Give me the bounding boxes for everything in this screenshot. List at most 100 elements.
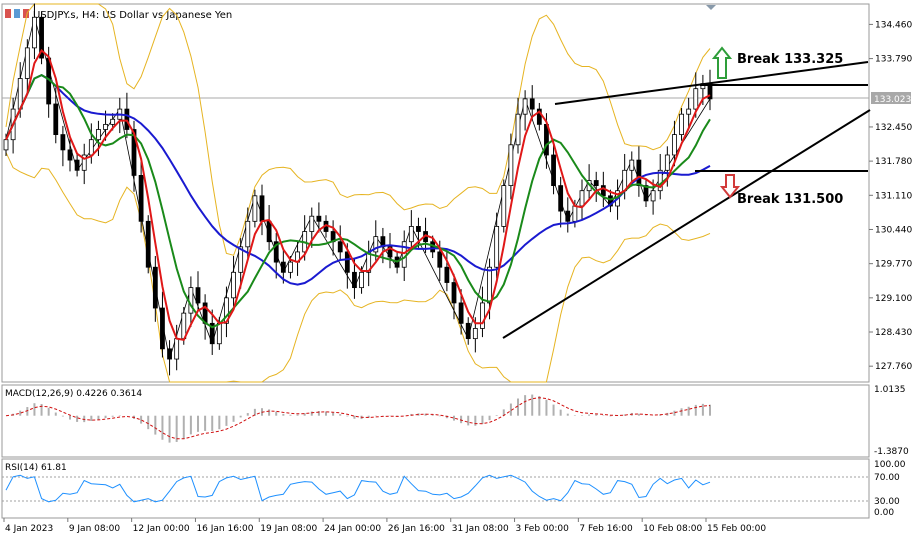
candle	[288, 261, 293, 273]
time-tick-label: 4 Jan 2023	[5, 524, 53, 534]
candle	[110, 118, 116, 125]
up-arrow-icon	[711, 46, 733, 79]
time-axis[interactable]: 4 Jan 2023 9 Jan 08:00 12 Jan 00:00 16 Jan …	[3, 518, 766, 534]
candle	[472, 328, 478, 340]
macd-signal-line	[5, 397, 711, 440]
rsi-axis-30: 30.00	[874, 497, 900, 507]
candle	[32, 16, 37, 49]
candle	[572, 205, 578, 222]
candle	[629, 159, 635, 171]
chart-shift-marker[interactable]	[706, 5, 716, 10]
candle	[259, 195, 265, 222]
candle	[458, 302, 464, 324]
candle	[245, 220, 251, 248]
candle	[679, 113, 684, 135]
candle	[408, 226, 414, 243]
candle	[487, 266, 492, 304]
time-tick-label: 10 Feb 08:00	[643, 524, 702, 534]
price-tick-label: 128.430	[875, 328, 912, 338]
candle	[565, 210, 571, 222]
candle	[280, 261, 286, 273]
time-tick-label: 31 Jan 08:00	[452, 524, 509, 534]
time-tick-label: 3 Feb 00:00	[516, 524, 570, 534]
ma-medium-green	[5, 73, 711, 329]
candle	[60, 134, 66, 151]
price-tick-label: 129.100	[875, 294, 912, 304]
candle	[138, 175, 144, 222]
rsi-label: RSI(14) 61.81	[5, 463, 67, 473]
candle	[344, 251, 350, 273]
time-tick-label: 15 Feb 00:00	[707, 524, 766, 534]
candle	[216, 322, 222, 345]
candle	[558, 185, 564, 212]
candle	[664, 154, 670, 171]
price-tick-label: 130.440	[875, 225, 912, 235]
candle	[103, 123, 108, 130]
candle	[152, 266, 158, 309]
candle	[88, 139, 94, 156]
time-tick-label: 12 Jan 00:00	[133, 524, 190, 534]
rsi-axis-0: 0.00	[874, 508, 894, 518]
candle	[24, 47, 30, 79]
candle	[494, 226, 500, 268]
break-up-label: Break 133.325	[737, 52, 843, 67]
candle	[195, 287, 201, 304]
candle	[522, 98, 528, 115]
candle	[593, 180, 599, 187]
candle	[508, 144, 514, 187]
candle	[337, 241, 343, 253]
candle	[636, 159, 642, 187]
macd-histogram	[12, 394, 711, 443]
candle	[231, 271, 236, 299]
candle	[174, 338, 180, 360]
candle	[551, 154, 556, 187]
price-tick-label: 134.460	[875, 20, 912, 30]
rsi-axis-70: 70.00	[874, 473, 900, 483]
candle	[167, 348, 172, 360]
price-tick-label: 132.450	[875, 123, 912, 133]
time-tick-label: 16 Jan 16:00	[196, 524, 253, 534]
candle	[416, 226, 421, 232]
candle	[74, 159, 80, 171]
candle	[160, 307, 165, 350]
candle	[252, 195, 258, 222]
current-price-value: 133.023	[874, 95, 911, 105]
candle	[53, 103, 59, 135]
time-tick-label: 26 Jan 16:00	[388, 524, 445, 534]
candle	[480, 302, 485, 329]
candle	[96, 129, 101, 141]
candle	[145, 220, 151, 268]
chart-title: USDJPY.s, H4: US Dollar vs Japanese Yen	[33, 10, 232, 21]
ma-slow-blue	[5, 73, 711, 286]
break-down-label: Break 131.500	[737, 192, 843, 207]
price-tick-label: 127.760	[875, 362, 912, 372]
candle	[359, 271, 364, 289]
candle	[67, 149, 73, 161]
candle	[401, 241, 407, 268]
candle	[352, 271, 357, 289]
rsi-line	[5, 474, 711, 503]
candle	[515, 113, 521, 146]
price-tick-label: 131.780	[875, 157, 912, 167]
time-tick-label: 9 Jan 08:00	[69, 524, 121, 534]
macd-label: MACD(12,26,9) 0.4226 0.3614	[5, 389, 142, 399]
rsi-axis-100: 100.00	[874, 460, 906, 470]
candle	[451, 282, 457, 304]
candle	[693, 88, 699, 110]
candle	[309, 215, 315, 232]
chart-window[interactable]: USDJPY.s, H4: US Dollar vs Japanese Yen …	[0, 0, 918, 539]
time-tick-label: 7 Feb 16:00	[579, 524, 633, 534]
candle	[686, 108, 692, 115]
candle	[672, 134, 677, 156]
candle	[579, 190, 585, 207]
candle	[3, 139, 9, 151]
price-tick-label: 133.790	[875, 55, 912, 65]
macd-axis-top: 1.0135	[874, 385, 906, 395]
time-tick-label: 24 Jan 00:00	[324, 524, 381, 534]
price-axis[interactable]: 134.460 133.790 132.450 131.780 131.110 130.4…	[869, 20, 912, 372]
time-tick-label: 19 Jan 08:00	[260, 524, 317, 534]
candle	[188, 287, 194, 314]
price-tick-label: 131.110	[875, 191, 912, 201]
rsi-panel[interactable]	[1, 458, 870, 519]
candle	[650, 190, 656, 202]
